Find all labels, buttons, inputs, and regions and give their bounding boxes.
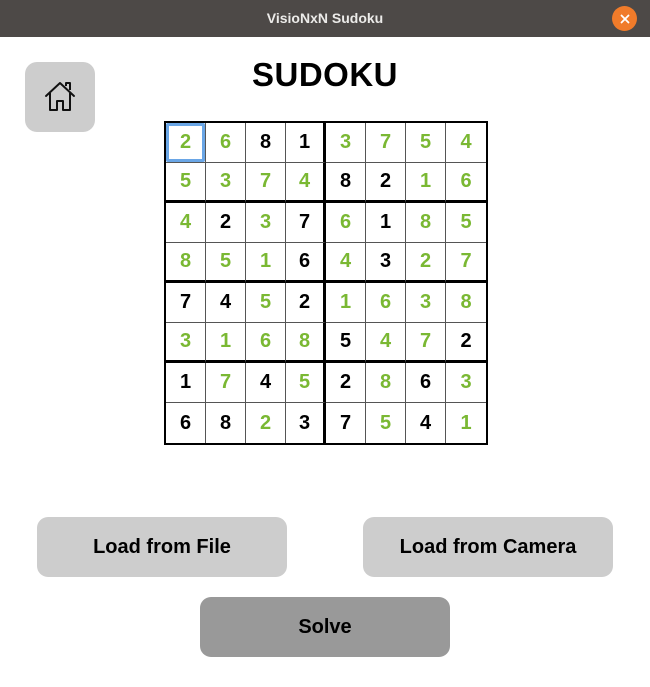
close-icon bbox=[620, 14, 629, 23]
sudoku-cell[interactable]: 2 bbox=[406, 243, 446, 283]
window-close-button[interactable] bbox=[612, 6, 637, 31]
sudoku-cell[interactable]: 7 bbox=[406, 323, 446, 363]
sudoku-cell[interactable]: 6 bbox=[286, 243, 326, 283]
sudoku-cell[interactable]: 5 bbox=[206, 243, 246, 283]
sudoku-cell[interactable]: 4 bbox=[246, 363, 286, 403]
sudoku-cell[interactable]: 7 bbox=[286, 203, 326, 243]
sudoku-cell[interactable]: 5 bbox=[286, 363, 326, 403]
sudoku-cell[interactable]: 5 bbox=[326, 323, 366, 363]
sudoku-cell[interactable]: 8 bbox=[446, 283, 486, 323]
sudoku-cell[interactable]: 3 bbox=[166, 323, 206, 363]
sudoku-cell[interactable]: 2 bbox=[446, 323, 486, 363]
sudoku-cell[interactable]: 6 bbox=[446, 163, 486, 203]
sudoku-cell[interactable]: 8 bbox=[206, 403, 246, 443]
sudoku-cell[interactable]: 2 bbox=[286, 283, 326, 323]
sudoku-cell[interactable]: 1 bbox=[286, 123, 326, 163]
sudoku-cell[interactable]: 3 bbox=[206, 163, 246, 203]
sudoku-cell[interactable]: 2 bbox=[326, 363, 366, 403]
sudoku-cell[interactable]: 4 bbox=[326, 243, 366, 283]
sudoku-cell[interactable]: 6 bbox=[366, 283, 406, 323]
sudoku-cell[interactable]: 1 bbox=[166, 363, 206, 403]
sudoku-cell[interactable]: 8 bbox=[326, 163, 366, 203]
sudoku-cell[interactable]: 6 bbox=[206, 123, 246, 163]
page-title: SUDOKU bbox=[251, 56, 398, 93]
sudoku-cell[interactable]: 1 bbox=[206, 323, 246, 363]
sudoku-cell[interactable]: 7 bbox=[446, 243, 486, 283]
sudoku-cell[interactable]: 7 bbox=[366, 123, 406, 163]
sudoku-cell[interactable]: 7 bbox=[326, 403, 366, 443]
sudoku-cell[interactable]: 3 bbox=[366, 243, 406, 283]
sudoku-cell[interactable]: 2 bbox=[166, 123, 206, 163]
sudoku-cell[interactable]: 3 bbox=[326, 123, 366, 163]
sudoku-cell[interactable]: 1 bbox=[246, 243, 286, 283]
sudoku-cell[interactable]: 3 bbox=[246, 203, 286, 243]
sudoku-cell[interactable]: 6 bbox=[166, 403, 206, 443]
sudoku-cell[interactable]: 6 bbox=[326, 203, 366, 243]
sudoku-cell[interactable]: 4 bbox=[406, 403, 446, 443]
sudoku-cell[interactable]: 5 bbox=[446, 203, 486, 243]
sudoku-cell[interactable]: 8 bbox=[286, 323, 326, 363]
sudoku-cell[interactable]: 7 bbox=[206, 363, 246, 403]
sudoku-cell[interactable]: 5 bbox=[246, 283, 286, 323]
sudoku-cell[interactable]: 4 bbox=[166, 203, 206, 243]
sudoku-cell[interactable]: 5 bbox=[166, 163, 206, 203]
sudoku-cell[interactable]: 6 bbox=[406, 363, 446, 403]
sudoku-cell[interactable]: 4 bbox=[206, 283, 246, 323]
sudoku-cell[interactable]: 1 bbox=[406, 163, 446, 203]
sudoku-cell[interactable]: 8 bbox=[406, 203, 446, 243]
sudoku-cell[interactable]: 1 bbox=[446, 403, 486, 443]
sudoku-cell[interactable]: 7 bbox=[166, 283, 206, 323]
sudoku-cell[interactable]: 2 bbox=[206, 203, 246, 243]
sudoku-cell[interactable]: 8 bbox=[366, 363, 406, 403]
sudoku-cell[interactable]: 8 bbox=[166, 243, 206, 283]
sudoku-cell[interactable]: 3 bbox=[286, 403, 326, 443]
load-from-file-button[interactable]: Load from File bbox=[37, 517, 287, 577]
sudoku-cell[interactable]: 4 bbox=[446, 123, 486, 163]
solve-button[interactable]: Solve bbox=[200, 597, 450, 657]
sudoku-cell[interactable]: 2 bbox=[246, 403, 286, 443]
window-title: VisioNxN Sudoku bbox=[266, 10, 384, 26]
sudoku-cell[interactable]: 8 bbox=[246, 123, 286, 163]
sudoku-cell[interactable]: 4 bbox=[286, 163, 326, 203]
sudoku-cell[interactable]: 5 bbox=[366, 403, 406, 443]
sudoku-cell[interactable]: 1 bbox=[366, 203, 406, 243]
sudoku-board: 2681375453748216423761858516432774521638… bbox=[164, 121, 488, 445]
sudoku-cell[interactable]: 6 bbox=[246, 323, 286, 363]
sudoku-cell[interactable]: 2 bbox=[366, 163, 406, 203]
sudoku-cell[interactable]: 4 bbox=[366, 323, 406, 363]
sudoku-cell[interactable]: 3 bbox=[406, 283, 446, 323]
sudoku-cell[interactable]: 7 bbox=[246, 163, 286, 203]
sudoku-cell[interactable]: 3 bbox=[446, 363, 486, 403]
sudoku-cell[interactable]: 5 bbox=[406, 123, 446, 163]
window-titlebar: VisioNxN Sudoku bbox=[0, 0, 650, 37]
sudoku-cell[interactable]: 1 bbox=[326, 283, 366, 323]
load-from-camera-button[interactable]: Load from Camera bbox=[363, 517, 613, 577]
